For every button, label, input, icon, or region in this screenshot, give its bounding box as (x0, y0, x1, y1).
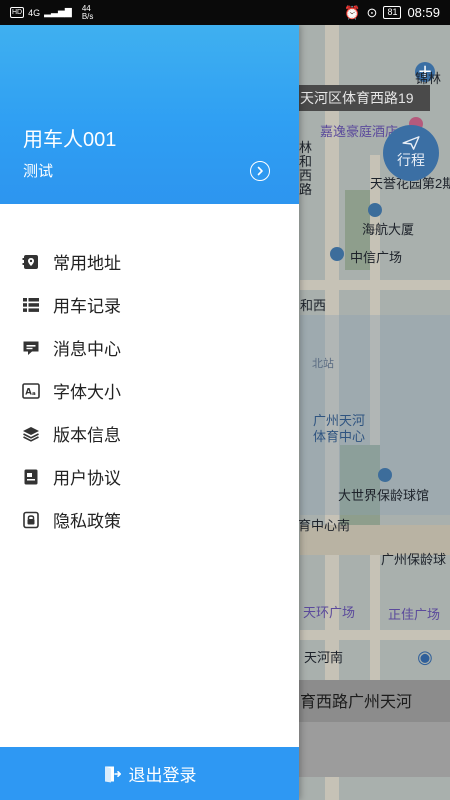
navigation-drawer: 用车人001 测试 常用地址 用车记录 消息中心 A a 字体大小 版本信息 用… (0, 25, 299, 800)
eye-icon[interactable]: ◉ (410, 643, 440, 673)
send-arrow-icon (402, 136, 420, 150)
svg-text:a: a (32, 391, 36, 397)
map-pin-icon (368, 203, 382, 217)
menu-item-version-info[interactable]: 版本信息 (0, 412, 299, 455)
menu-item-label: 常用地址 (53, 254, 121, 273)
menu-item-message-center[interactable]: 消息中心 (0, 326, 299, 369)
map-label: 海航大厦 (362, 222, 415, 237)
drawer-menu: 常用地址 用车记录 消息中心 Aa 字体大小 版本信息 用户协议 隐私政策 (0, 240, 299, 541)
map-label: 天河南 (304, 650, 344, 665)
logout-label: 退出登录 (128, 766, 197, 785)
map-label: 正佳广场 (388, 607, 441, 622)
map-label: 大世界保龄球馆 (338, 488, 430, 503)
map-label: 天环广场 (303, 605, 356, 620)
map-address-bar: 育西路广州天河 (298, 680, 450, 722)
menu-item-common-address[interactable]: 常用地址 (0, 240, 299, 283)
map-label: 广州保龄球 (381, 552, 447, 567)
user-name: 用车人001 (23, 129, 117, 151)
drawer-header[interactable]: 用车人001 测试 (0, 25, 299, 204)
logout-button[interactable]: 退出登录 (0, 747, 299, 800)
list-icon (22, 296, 40, 314)
font-size-icon: Aa (22, 382, 40, 400)
map-pin-icon (378, 468, 392, 482)
menu-item-label: 用户协议 (53, 469, 121, 488)
trip-button[interactable]: 行程 (383, 125, 439, 181)
location-icon: ⊙ (366, 4, 378, 20)
map-label: 育中心南 (298, 518, 351, 533)
menu-item-label: 消息中心 (53, 340, 121, 359)
map-label: 中信广场 (350, 250, 403, 265)
user-subtitle: 测试 (23, 163, 54, 180)
menu-item-label: 字体大小 (53, 383, 121, 402)
message-icon (22, 339, 40, 357)
chevron-right-icon (257, 166, 263, 176)
map-pin-icon (330, 247, 344, 261)
menu-item-label: 隐私政策 (53, 512, 121, 531)
alarm-icon: ⏰ (344, 4, 361, 20)
menu-item-label: 用车记录 (53, 297, 121, 316)
map-label: 广州天河体育中心 (313, 413, 366, 444)
document-icon (22, 468, 40, 486)
network-speed: 44 B/s (81, 3, 94, 21)
menu-item-privacy-policy[interactable]: 隐私政策 (0, 498, 299, 541)
map-bottom-panel (298, 722, 450, 777)
layers-icon (22, 425, 40, 443)
signal-icon: ▂▃▅▇ (44, 7, 72, 17)
network-indicator: 4G (28, 7, 41, 18)
map-label: 和西 (300, 298, 327, 313)
menu-item-font-size[interactable]: Aa 字体大小 (0, 369, 299, 412)
menu-item-label: 版本信息 (53, 426, 121, 445)
trip-button-label: 行程 (397, 153, 425, 169)
profile-arrow-button[interactable] (250, 161, 270, 181)
address-book-icon (22, 253, 40, 271)
privacy-lock-icon (22, 511, 40, 529)
map-label: 林和西路 (299, 140, 313, 197)
logout-icon (104, 766, 121, 782)
address-banner: 天河区体育西路19 (298, 85, 430, 111)
menu-item-user-agreement[interactable]: 用户协议 (0, 455, 299, 498)
battery-indicator: 81 (383, 6, 402, 19)
hd-badge: HD (10, 7, 25, 18)
clock: 08:59 (407, 5, 440, 20)
map-label: 北站 (312, 358, 334, 370)
menu-item-ride-records[interactable]: 用车记录 (0, 283, 299, 326)
status-bar: HD 4G ▂▃▅▇ 44 B/s ⏰ ⊙ 81 08:59 (0, 0, 450, 25)
